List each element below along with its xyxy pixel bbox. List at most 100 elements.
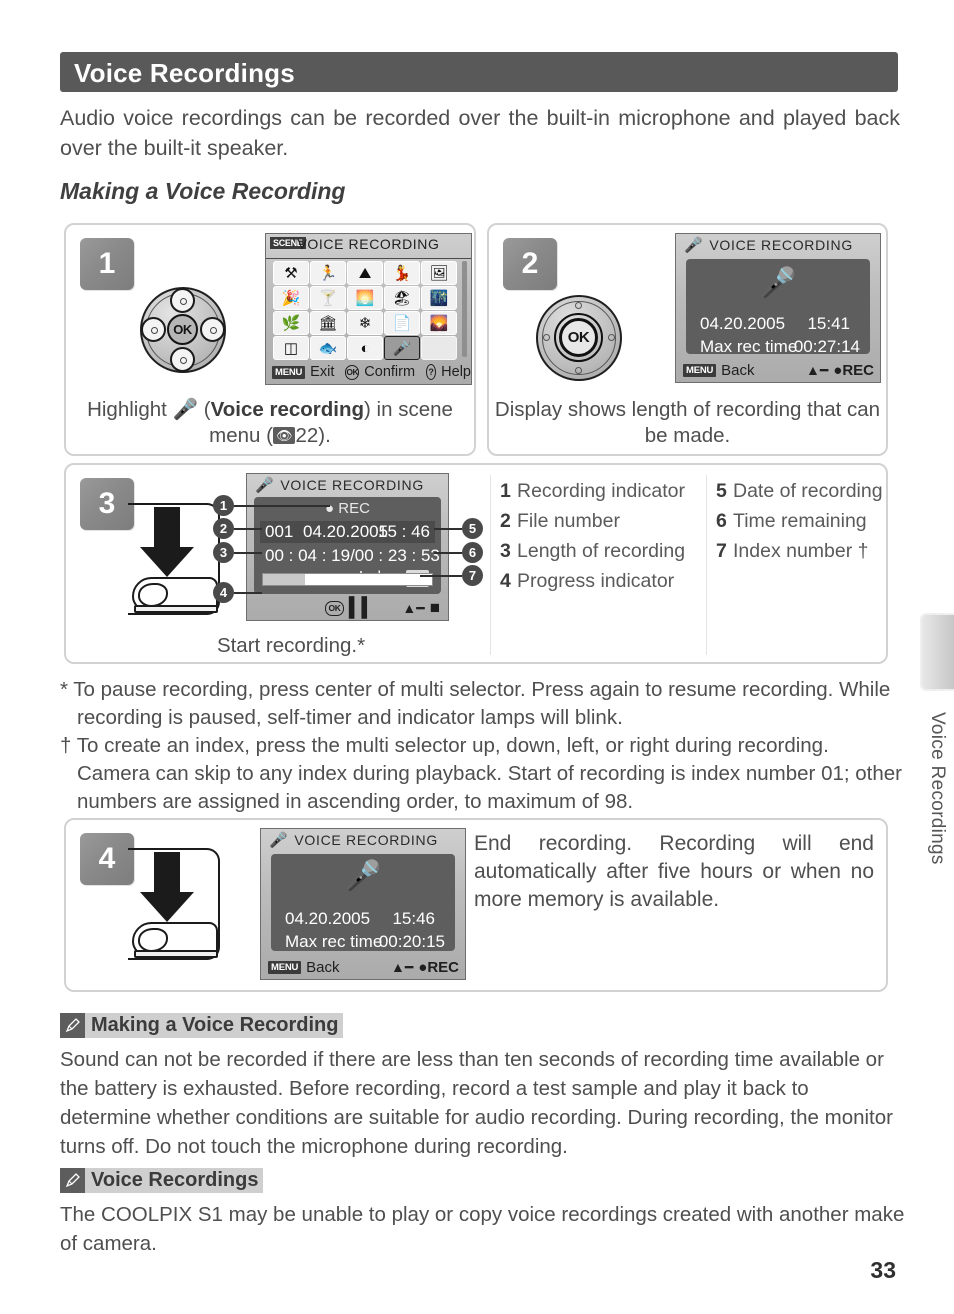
legend-label: Time remaining [733, 510, 867, 532]
legend-number: 6 [716, 510, 727, 532]
press-arrow-head [140, 547, 194, 577]
dial-ok-button[interactable]: OK [167, 314, 198, 345]
footnote-asterisk: * To pause recording, press center of mu… [60, 676, 905, 732]
scene-icon-grid[interactable]: ⚒ 🏃 ⛰ 💃 🖼 🎉 🍸 🌅 🏖 🌃 🌿 🏛 ❄ 📄 🌄 ◫ 🐟 ◐ 🎤 [273, 261, 459, 360]
recording-time: 15:46 [392, 909, 435, 928]
eject-icon: ▲━ [390, 958, 414, 975]
dial-right-button[interactable] [200, 317, 225, 342]
lcd-title-bar: 🎤 VOICE RECORDING [261, 829, 465, 851]
scene-confirm-label: Confirm [364, 364, 416, 380]
callout-leader-3 [234, 552, 262, 554]
scene-icon-copy[interactable]: 📄 [384, 311, 420, 335]
dial-down-button[interactable] [170, 347, 195, 372]
scene-icon-bar-night[interactable]: 🍸 [310, 286, 346, 310]
shutter-button[interactable] [134, 605, 218, 613]
step-1-panel: 1 OK SCENE VOICE RECORDING ⚒ 🏃 ⛰ 💃 🖼 🎉 🍸… [64, 223, 476, 456]
note-1-title: Making a Voice Recording [85, 1013, 344, 1038]
scene-icon-dusk-dawn[interactable]: ◐ [347, 336, 383, 360]
note-2-body: The COOLPIX S1 may be unable to play or … [60, 1203, 905, 1255]
dial-left-dot [543, 334, 550, 341]
scene-menu-title: VOICE RECORDING [297, 236, 440, 252]
ok-button-chip[interactable]: OK [345, 364, 360, 380]
footnote-asterisk-text: * To pause recording, press center of mu… [60, 678, 891, 729]
legend-column-right: 5 Date of recording 6 Time remaining 7 Inde… [716, 476, 883, 566]
eject-icon: ▲━ [805, 361, 829, 378]
lcd-title: VOICE RECORDING [294, 832, 438, 848]
scene-icon-underwater[interactable]: 🐟 [310, 336, 346, 360]
scene-icon-sport[interactable]: 🏃 [310, 261, 346, 285]
scene-menu-scrollbar[interactable] [462, 261, 467, 357]
step-1-caption: Highlight 🎤 (Voice recording) in scene m… [66, 397, 474, 449]
scene-icon-landscape[interactable]: ⛰ [347, 261, 383, 285]
step-1-caption-ref: 22 [295, 424, 319, 447]
scene-icon-backlight[interactable]: 🌄 [421, 311, 457, 335]
legend-label: Date of recording [733, 480, 883, 502]
help-button-chip[interactable]: ? [426, 364, 437, 380]
page-title-bar: Voice Recordings [60, 52, 898, 92]
step-3-lcd-screen: 🎤 VOICE RECORDING ● REC 001 04.20.2005 1… [246, 473, 449, 621]
progress-indicator [262, 573, 433, 586]
multi-selector-dial-pressed[interactable]: OK [536, 295, 622, 381]
chapter-tab-label: Voice Recordings [927, 712, 948, 865]
legend-item: 2 File number [500, 506, 685, 536]
legend-item: 4 Progress indicator [500, 566, 685, 596]
legend-label: File number [517, 510, 620, 532]
shutter-press-illustration [116, 848, 220, 960]
scene-icon-night-landscape[interactable]: 🌃 [421, 286, 457, 310]
page-title: Voice Recordings [74, 58, 295, 88]
scene-icon-fireworks[interactable]: ❄ [347, 311, 383, 335]
scene-icon-voice-recording[interactable]: 🎤 [384, 336, 420, 360]
legend-label: Index number † [733, 540, 869, 562]
step-2-panel: 2 OK 🎤 VOICE RECORDING 🎤 04.20.2005 15:4… [487, 223, 888, 456]
callout-7: 7 [462, 565, 483, 586]
lcd-content-area: 🎤 04.20.2005 15:46 Max rec time 00:20:15 [271, 854, 455, 951]
dial-ok-button[interactable]: OK [559, 318, 598, 357]
ok-button-chip[interactable]: OK [325, 600, 344, 616]
legend-item: 3 Length of recording [500, 536, 685, 566]
scene-icon-beach-snow[interactable]: 🏖 [384, 286, 420, 310]
legend-item: 1 Recording indicator [500, 476, 685, 506]
shutter-button[interactable] [134, 950, 218, 958]
callout-5: 5 [462, 518, 483, 539]
note-1-heading: Making a Voice Recording [60, 1013, 344, 1038]
callout-leader-1 [234, 505, 330, 507]
stop-icon[interactable]: ■ [430, 598, 440, 618]
shutter-press-illustration [116, 503, 220, 615]
lcd-action-bar: MENU Back ▲━ ●REC [676, 358, 880, 382]
legend-number: 7 [716, 540, 727, 562]
menu-button-chip[interactable]: MENU [268, 960, 302, 974]
scene-icon-empty-slot [421, 336, 457, 360]
scene-icon-close-up[interactable]: 🌿 [273, 311, 309, 335]
scene-icon-museum[interactable]: 🏛 [310, 311, 346, 335]
legend-item: 5 Date of recording [716, 476, 883, 506]
scene-icon-portrait-assist[interactable]: 🖼 [421, 261, 457, 285]
note-1-body: Sound can not be recorded if there are l… [60, 1048, 893, 1158]
menu-button-chip[interactable]: MENU [683, 363, 717, 377]
progress-fill [263, 574, 306, 585]
scene-icon-party[interactable]: 🎉 [273, 286, 309, 310]
multi-selector-dial[interactable]: OK [140, 287, 226, 373]
callout-leader-2 [234, 528, 262, 530]
cross-reference-icon: 👁 [272, 427, 296, 444]
scene-icon-sunset[interactable]: 🌅 [347, 286, 383, 310]
dial-up-button[interactable] [170, 288, 195, 313]
length-of-recording: 00 : 04 : 19/00 : 23 : 53 [265, 546, 440, 565]
legend-label: Progress indicator [517, 570, 675, 592]
scene-icon-setup[interactable]: ⚒ [273, 261, 309, 285]
lcd-action-bar: MENU Back ▲━ ●REC [261, 955, 465, 979]
scene-icon-party-indoor[interactable]: 💃 [384, 261, 420, 285]
recording-date: 04.20.2005 [700, 314, 786, 333]
dial-left-button[interactable] [141, 317, 166, 342]
callout-leader-4 [234, 592, 262, 594]
scene-icon-panorama[interactable]: ◫ [273, 336, 309, 360]
legend-number: 2 [500, 510, 511, 532]
back-label: Back [306, 958, 340, 976]
legend-item: 6 Time remaining [716, 506, 883, 536]
chapter-tab-marker [920, 613, 954, 691]
microphone-large-icon: 🎤 [344, 860, 382, 893]
menu-button-chip[interactable]: MENU [272, 365, 306, 379]
step-1-caption-ref-pre: menu ( [209, 424, 273, 447]
eject-icon: ▲━ [402, 599, 425, 616]
callout-2: 2 [213, 518, 234, 539]
lcd-title-bar: 🎤 VOICE RECORDING [247, 474, 448, 496]
